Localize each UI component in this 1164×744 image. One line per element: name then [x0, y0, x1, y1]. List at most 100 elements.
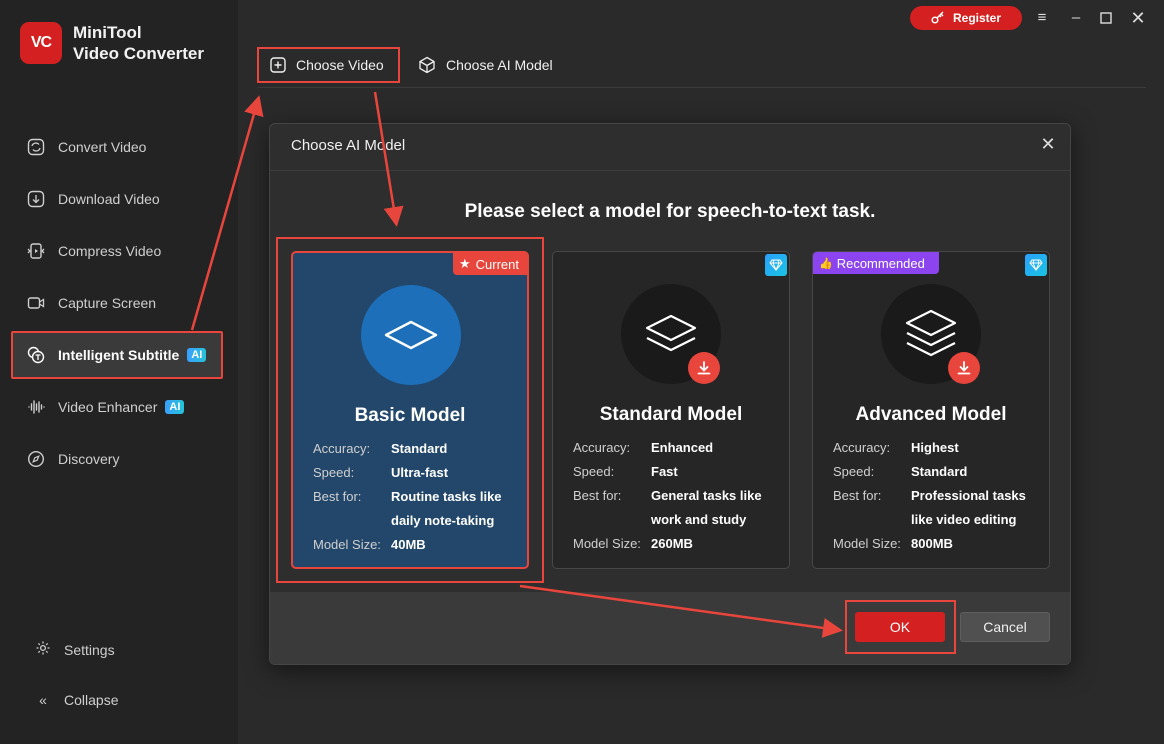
dialog-divider [270, 170, 1070, 171]
close-icon[interactable]: ✕ [1128, 8, 1148, 28]
spec-value: Standard [911, 464, 968, 479]
app-name-line2: Video Converter [73, 44, 205, 63]
app-logo: VC MiniTool Video Converter [20, 22, 204, 64]
spec-row: Speed: Fast [573, 460, 779, 484]
model-specs: Accuracy: Highest Speed: Standard Best for… [833, 436, 1039, 556]
spec-value: Enhanced [651, 440, 714, 455]
sidebar-item-video-enhancer[interactable]: Video Enhancer AI [12, 384, 222, 430]
spec-value: Fast [651, 464, 678, 479]
spec-key: Accuracy: [573, 440, 631, 455]
app-logo-mark: VC [20, 22, 62, 64]
sidebar-item-label: Download Video [58, 191, 160, 207]
subtitle-icon [26, 345, 46, 365]
spec-row: Accuracy: Enhanced [573, 436, 779, 460]
dialog-footer: OK Cancel [270, 592, 1070, 664]
app-name: MiniTool Video Converter [73, 22, 204, 64]
sidebar-item-discovery[interactable]: Discovery [12, 436, 222, 482]
convert-icon [26, 137, 46, 157]
choose-ai-model-dialog: Choose AI Model ✕ Please select a model … [269, 123, 1071, 665]
sidebar-item-label: Intelligent Subtitle [58, 347, 180, 363]
single-layer-icon [384, 320, 438, 350]
tab-choose-video[interactable]: Choose Video [257, 47, 400, 83]
model-card-basic[interactable]: ★ Current Basic Model Accuracy: Standard … [291, 251, 529, 569]
diamond-icon [765, 254, 787, 276]
spec-key: Speed: [313, 465, 355, 480]
spec-row: Best for: Professional tasks like video e… [833, 484, 1039, 532]
download-model-button[interactable] [688, 352, 720, 384]
current-badge: ★ Current [452, 253, 527, 275]
spec-value: 800MB [911, 536, 953, 551]
gear-icon [34, 640, 52, 659]
spec-value: 40MB [391, 537, 426, 552]
spec-key: Best for: [313, 489, 362, 504]
sidebar-item-label: Video Enhancer [58, 399, 158, 415]
spec-key: Model Size: [573, 536, 641, 551]
menu-icon[interactable]: ≡ [1032, 8, 1052, 28]
sidebar-item-label: Convert Video [58, 139, 147, 155]
register-button[interactable]: Register [910, 6, 1022, 30]
sidebar-item-label: Discovery [58, 451, 120, 467]
model-specs: Accuracy: Enhanced Speed: Fast Best for: Ge… [573, 436, 779, 556]
spec-row: Best for: Routine tasks like daily note-t… [313, 485, 517, 533]
spec-value: Highest [911, 440, 959, 455]
double-chevron-left-icon: « [39, 692, 47, 708]
maximize-icon[interactable] [1096, 8, 1116, 28]
cancel-button[interactable]: Cancel [960, 612, 1050, 642]
tab-choose-ai-model[interactable]: Choose AI Model [418, 48, 553, 82]
sidebar-item-intelligent-subtitle[interactable]: Intelligent Subtitle AI [11, 331, 223, 379]
spec-row: Model Size: 800MB [833, 532, 1039, 556]
diamond-icon [1025, 254, 1047, 276]
ok-button[interactable]: OK [855, 612, 945, 642]
sidebar-item-capture-screen[interactable]: Capture Screen [12, 280, 222, 326]
dialog-close-icon[interactable]: ✕ [1038, 134, 1058, 154]
collapse-button[interactable]: « Collapse [34, 692, 118, 708]
star-icon: ★ [458, 256, 471, 271]
triple-layer-icon [905, 309, 957, 357]
spec-key: Accuracy: [833, 440, 891, 455]
sidebar-item-convert-video[interactable]: Convert Video [12, 124, 222, 170]
settings-button[interactable]: Settings [34, 640, 115, 659]
sidebar-item-label: Capture Screen [58, 295, 157, 311]
ai-badge: AI [165, 400, 185, 414]
sidebar-item-compress-video[interactable]: Compress Video [12, 228, 222, 274]
compress-icon [26, 241, 46, 261]
spec-value: 260MB [651, 536, 693, 551]
model-specs: Accuracy: Standard Speed: Ultra-fast Best … [313, 437, 517, 557]
sidebar-item-download-video[interactable]: Download Video [12, 176, 222, 222]
spec-key: Speed: [573, 464, 615, 479]
spec-key: Model Size: [833, 536, 901, 551]
download-model-button[interactable] [948, 352, 980, 384]
collapse-label: Collapse [64, 692, 119, 708]
spec-row: Model Size: 40MB [313, 533, 517, 557]
ai-badge: AI [187, 348, 207, 362]
settings-label: Settings [64, 641, 115, 658]
model-name: Standard Model [599, 404, 743, 425]
spec-key: Best for: [573, 488, 622, 503]
spec-value: Routine tasks like daily note-taking [391, 489, 502, 528]
thumbs-up-icon: 👍 [819, 257, 833, 270]
download-icon [957, 361, 971, 375]
spec-row: Speed: Ultra-fast [313, 461, 517, 485]
spec-key: Speed: [833, 464, 875, 479]
spec-value: General tasks like work and study [651, 488, 762, 527]
spec-row: Accuracy: Highest [833, 436, 1039, 460]
recommended-badge-label: Recommended [836, 255, 925, 271]
spec-row: Speed: Standard [833, 460, 1039, 484]
register-label: Register [952, 11, 1002, 25]
sidebar: VC MiniTool Video Converter Convert Vide… [0, 0, 238, 744]
model-icon-circle [361, 285, 461, 385]
spec-value: Standard [391, 441, 448, 456]
compass-icon [26, 449, 46, 469]
model-name: Advanced Model [855, 404, 1007, 425]
sidebar-item-label: Compress Video [58, 243, 162, 259]
model-name: Basic Model [354, 405, 466, 426]
tab-label: Choose AI Model [446, 57, 553, 73]
model-card-standard[interactable]: Standard Model Accuracy: Enhanced Speed: F… [552, 251, 790, 569]
minimize-icon[interactable]: – [1066, 8, 1086, 28]
spec-key: Model Size: [313, 537, 381, 552]
camera-icon [26, 293, 46, 313]
tab-bar: Choose Video Choose AI Model [257, 46, 1146, 88]
model-card-advanced[interactable]: 👍 Recommended Advanced Model Accuracy: Hi… [812, 251, 1050, 569]
spec-row: Accuracy: Standard [313, 437, 517, 461]
current-badge-label: Current [475, 256, 519, 272]
